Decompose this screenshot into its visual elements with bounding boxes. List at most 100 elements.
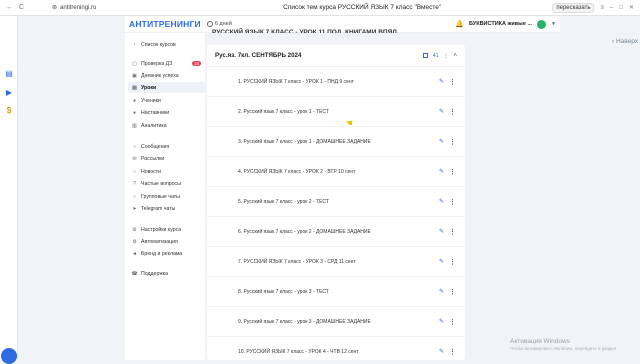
back-arrow-icon[interactable]: ← <box>6 4 13 11</box>
news-icon: ○ <box>132 168 137 175</box>
help-chat-icon[interactable] <box>1 348 17 364</box>
more-vertical-icon[interactable]: ⋮ <box>449 168 456 176</box>
sidebar-item-label: Настройки курса <box>141 226 182 233</box>
sidebar-item-news[interactable]: ○ Новости <box>128 166 205 177</box>
more-vertical-icon[interactable]: ⋮ <box>449 78 456 86</box>
lesson-row[interactable]: 5. Русский язык 7 класс - урок 2 - ТЕСТ … <box>207 187 465 217</box>
sidebar-item-lessons[interactable]: ▤ Уроки <box>128 82 205 93</box>
sidebar-item-label: Аналитика <box>141 122 167 129</box>
more-vertical-icon[interactable]: ⋮ <box>449 258 456 266</box>
sidebar-item-course-settings[interactable]: ⚙ Настройки курса <box>128 224 205 235</box>
left-rail: ▤ ▶ $ <box>0 16 18 364</box>
grid-icon <box>422 53 428 58</box>
address-bar[interactable]: ⊚ antitreningi.ru <box>52 4 172 12</box>
lesson-row[interactable]: 10. РУССКИЙ ЯЗЫК 7 класс - УРОК 4 - ЧТВ … <box>207 337 465 360</box>
lesson-title[interactable]: 8. Русский язык 7 класс - урок 3 - ТЕСТ <box>238 289 329 295</box>
section-header[interactable]: Рус.яз. 7кл. СЕНТЯБРЬ 2024 41 ⋮ ˄ <box>207 45 465 67</box>
lesson-title[interactable]: 5. Русский язык 7 класс - урок 2 - ТЕСТ <box>238 199 329 205</box>
edit-pencil-icon[interactable]: ✎ <box>439 318 444 325</box>
sidebar-item-label: Наставники <box>141 109 170 116</box>
more-vertical-icon[interactable]: ⋮ <box>449 138 456 146</box>
sidebar-item-students[interactable]: ● Ученики <box>128 95 205 106</box>
sidebar-item-label: Дневник успеха <box>141 72 179 79</box>
lesson-row[interactable]: 3. Русский язык 7 класс - урок 1 - ДОМАШ… <box>207 127 465 157</box>
lesson-title[interactable]: 4. РУССКИЙ ЯЗЫК 7 класс - УРОК 2 - ВТР 1… <box>238 169 355 175</box>
url-text[interactable]: antitreningi.ru <box>60 5 96 11</box>
badge: 18 <box>191 61 201 66</box>
chart-icon: ▥ <box>132 122 137 129</box>
clipboard-icon: ▢ <box>132 60 137 67</box>
user-name[interactable]: БУКВИСТИКА живые ... <box>469 21 532 27</box>
edit-pencil-icon[interactable]: ✎ <box>439 258 444 265</box>
lesson-row[interactable]: 9. Русский язык 7 класс - урок 3 - ДОМАШ… <box>207 307 465 337</box>
sidebar-item-courses[interactable]: ‹ Список курсов <box>128 39 205 50</box>
sidebar-item-label: Поддержка <box>141 270 169 277</box>
scroll-top-label[interactable]: Наверх <box>616 38 638 45</box>
more-vertical-icon[interactable]: ⋮ <box>449 318 456 326</box>
logo[interactable]: АНТИТРЕНИНГИ <box>129 19 201 29</box>
more-icon[interactable]: ⋮ <box>443 53 448 59</box>
lesson-row[interactable]: 4. РУССКИЙ ЯЗЫК 7 класс - УРОК 2 - ВТР 1… <box>207 157 465 187</box>
maximize-icon[interactable]: □ <box>619 5 623 11</box>
lesson-title[interactable]: 6. Русский язык 7 класс - урок 2 - ДОМАШ… <box>238 229 371 235</box>
share-button[interactable]: пересказать <box>552 2 595 13</box>
bell-icon[interactable]: 🔔 <box>455 20 464 28</box>
watermark-subtitle: Чтобы активировать Windows, перейдите в … <box>510 346 617 351</box>
reload-icon[interactable]: C <box>19 4 24 11</box>
more-vertical-icon[interactable]: ⋮ <box>449 288 456 296</box>
lesson-title[interactable]: 1. РУССКИЙ ЯЗЫК 7 класс - УРОК 1 - ПНД 9… <box>238 79 354 85</box>
book-icon[interactable]: ▤ <box>4 68 14 78</box>
edit-pencil-icon[interactable]: ✎ <box>439 168 444 175</box>
lesson-row[interactable]: 6. Русский язык 7 класс - урок 2 - ДОМАШ… <box>207 217 465 247</box>
sidebar-item-group-chats[interactable]: ○ Групповые чаты <box>128 191 205 202</box>
more-vertical-icon[interactable]: ⋮ <box>449 348 456 356</box>
sidebar-item-diary[interactable]: ▣ Дневник успеха <box>128 70 205 81</box>
sidebar-item-mentors[interactable]: ● Наставники <box>128 107 205 118</box>
dollar-icon[interactable]: $ <box>4 105 14 115</box>
lesson-row[interactable]: 7. РУССКИЙ ЯЗЫК 7 класс - УРОК 3 - СРД 1… <box>207 247 465 277</box>
avatar[interactable] <box>537 19 547 29</box>
chevron-down-icon[interactable]: ▼ <box>551 21 556 27</box>
more-vertical-icon[interactable]: ⋮ <box>449 198 456 206</box>
phone-icon: ☎ <box>131 270 138 277</box>
browser-toolbar: ← C ⊚ antitreningi.ru Список тем курса Р… <box>0 0 640 16</box>
sidebar-item-analytics[interactable]: ▥ Аналитика <box>128 120 205 131</box>
sidebar-item-messages[interactable]: ○ Сообщения <box>128 141 205 152</box>
scroll-top-link[interactable]: ‹ Наверх <box>612 38 638 45</box>
edit-pencil-icon[interactable]: ✎ <box>439 138 444 145</box>
sidebar-item-brand[interactable]: ◄ Бренд и реклама <box>128 248 205 259</box>
sidebar-item-automation[interactable]: ⚙ Автоматизация <box>128 236 205 247</box>
site-info-icon[interactable]: ⊚ <box>52 4 57 11</box>
lesson-row[interactable]: 1. РУССКИЙ ЯЗЫК 7 класс - УРОК 1 - ПНД 9… <box>207 67 465 97</box>
more-vertical-icon[interactable]: ⋮ <box>449 228 456 236</box>
edit-pencil-icon[interactable]: ✎ <box>439 108 444 115</box>
sidebar-item-label: Сообщения <box>141 143 170 150</box>
lesson-title[interactable]: 2. Русский язык 7 класс - урок 1 - ТЕСТ <box>238 109 329 115</box>
watermark-title: Активация Windows <box>510 338 570 345</box>
lesson-title[interactable]: 10. РУССКИЙ ЯЗЫК 7 класс - УРОК 4 - ЧТВ … <box>238 349 359 355</box>
lesson-title[interactable]: 7. РУССКИЙ ЯЗЫК 7 класс - УРОК 3 - СРД 1… <box>238 259 356 265</box>
lesson-row[interactable]: 8. Русский язык 7 класс - урок 3 - ТЕСТ … <box>207 277 465 307</box>
sidebar-item-homework[interactable]: ▢ Проверка ДЗ 18 <box>128 58 205 69</box>
lesson-row[interactable]: 2. Русский язык 7 класс - урок 1 - ТЕСТ … <box>207 97 465 127</box>
sidebar-item-faq[interactable]: ? Частые вопросы <box>128 178 205 189</box>
menu-icon[interactable]: ≡ <box>600 5 604 11</box>
more-vertical-icon[interactable]: ⋮ <box>449 108 456 116</box>
close-icon[interactable]: ✕ <box>629 4 634 11</box>
minimize-icon[interactable]: – <box>610 5 613 11</box>
sidebar-item-telegram[interactable]: ➤ Telegram чаты <box>128 203 205 214</box>
sidebar-item-mailings[interactable]: ✉ Рассылки <box>128 153 205 164</box>
chevron-left-icon: ‹ <box>133 41 136 48</box>
sidebar-item-support[interactable]: ☎ Поддержка <box>128 268 205 279</box>
lesson-title[interactable]: 9. Русский язык 7 класс - урок 3 - ДОМАШ… <box>238 319 371 325</box>
chevron-up-icon[interactable]: ˄ <box>453 53 457 59</box>
edit-pencil-icon[interactable]: ✎ <box>439 228 444 235</box>
lesson-title[interactable]: 3. Русский язык 7 класс - урок 1 - ДОМАШ… <box>238 139 371 145</box>
edit-pencil-icon[interactable]: ✎ <box>439 198 444 205</box>
edit-pencil-icon[interactable]: ✎ <box>439 78 444 85</box>
mouse-cursor-icon: ☚ <box>345 118 354 128</box>
edit-pencil-icon[interactable]: ✎ <box>439 348 444 355</box>
megaphone-icon: ◄ <box>132 250 137 257</box>
video-icon[interactable]: ▶ <box>4 87 14 97</box>
edit-pencil-icon[interactable]: ✎ <box>439 288 444 295</box>
